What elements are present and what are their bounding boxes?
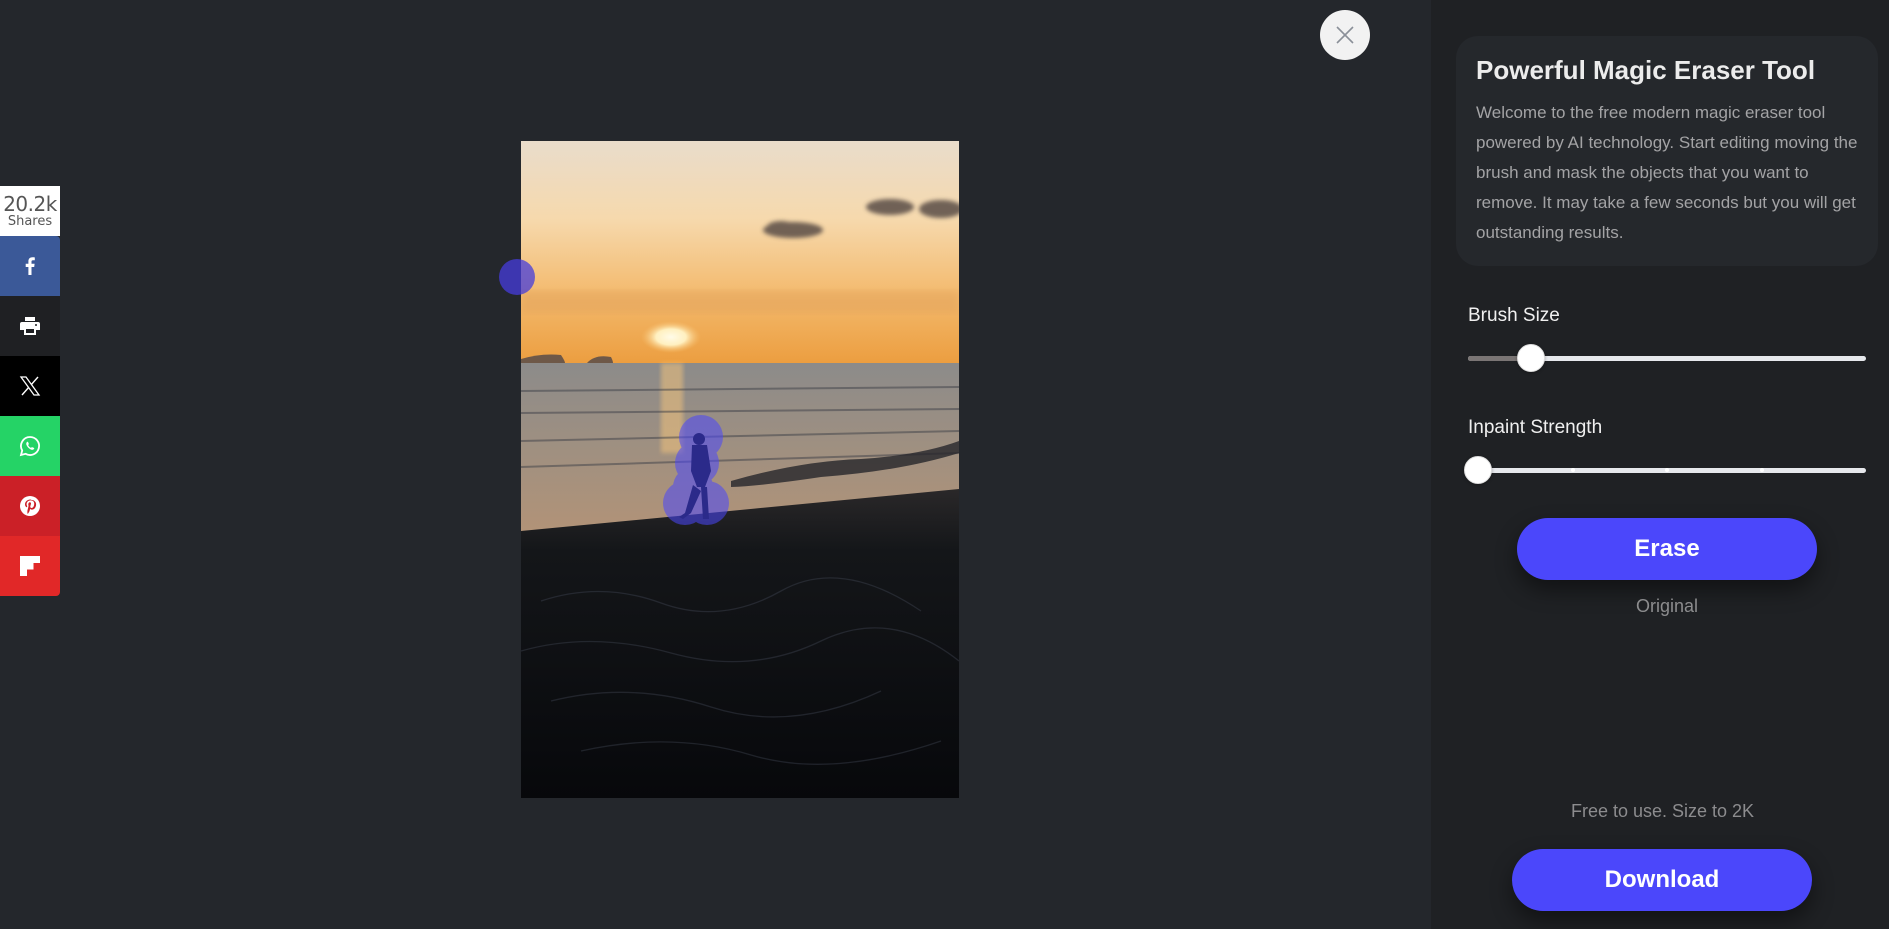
photo-beach-sunset (521, 141, 959, 798)
download-button[interactable]: Download (1512, 849, 1812, 911)
slider-tick (1665, 468, 1669, 472)
image-canvas[interactable] (521, 141, 959, 798)
whatsapp-icon (19, 436, 40, 457)
share-x-button[interactable] (0, 356, 60, 416)
social-share-bar: 20.2k Shares (0, 186, 60, 596)
facebook-icon (25, 257, 35, 275)
close-icon (1336, 26, 1354, 44)
slider-thumb[interactable] (1464, 456, 1492, 484)
share-count-label: Shares (7, 214, 53, 229)
share-count-value: 20.2k (3, 192, 57, 216)
info-card: Powerful Magic Eraser Tool Welcome to th… (1456, 36, 1878, 266)
share-count: 20.2k Shares (0, 186, 60, 236)
brush-size-label: Brush Size (1468, 305, 1560, 326)
close-button[interactable] (1320, 10, 1370, 60)
x-icon (19, 376, 41, 396)
editor-workspace (0, 0, 1431, 929)
inpaint-strength-label: Inpaint Strength (1468, 417, 1603, 438)
inpaint-strength-slider[interactable] (1464, 456, 1866, 484)
original-toggle[interactable]: Original (1431, 596, 1889, 617)
free-usage-note: Free to use. Size to 2K (1570, 801, 1755, 821)
share-flipboard-button[interactable] (0, 536, 60, 596)
panel-description: Welcome to the free modern magic eraser … (1476, 103, 1858, 242)
share-whatsapp-button[interactable] (0, 416, 60, 476)
share-facebook-button[interactable] (0, 236, 60, 296)
tool-panel: Powerful Magic Eraser Tool Welcome to th… (1431, 0, 1889, 929)
pinterest-icon (20, 496, 40, 516)
printer-icon (20, 317, 40, 335)
brush-size-slider[interactable] (1468, 344, 1866, 372)
slider-thumb[interactable] (1516, 344, 1545, 372)
slider-tick (1759, 468, 1764, 472)
share-pinterest-button[interactable] (0, 476, 60, 536)
erase-button[interactable]: Erase (1517, 518, 1817, 580)
panel-title: Powerful Magic Eraser Tool (1476, 55, 1816, 85)
flipboard-icon (20, 556, 40, 576)
share-print-button[interactable] (0, 296, 60, 356)
slider-tick (1570, 468, 1575, 472)
